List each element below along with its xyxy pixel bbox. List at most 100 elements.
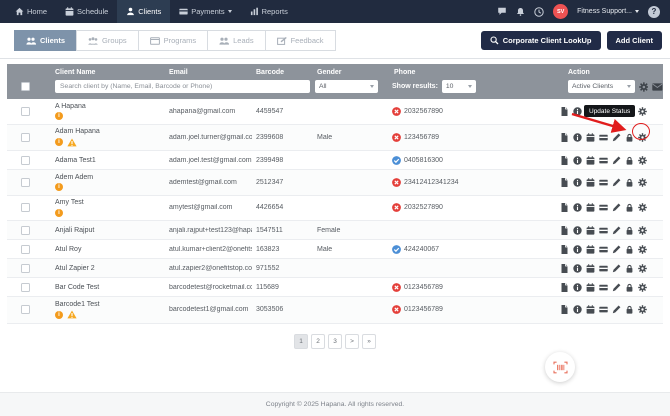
info-icon[interactable] <box>573 133 582 142</box>
client-name[interactable]: Atul Roy <box>55 246 165 253</box>
user-menu[interactable]: Fitness Support... <box>577 8 639 15</box>
calendar-icon[interactable] <box>586 226 595 235</box>
calendar-icon[interactable] <box>586 107 595 116</box>
lock-icon[interactable] <box>625 245 634 254</box>
pencil-icon[interactable] <box>612 107 621 116</box>
tab-leads[interactable]: Leads <box>207 30 265 51</box>
gender-filter-select[interactable]: All <box>315 80 378 93</box>
show-results-select[interactable]: 10 <box>442 80 476 93</box>
tab-feedback[interactable]: Feedback <box>265 30 336 51</box>
clock-icon[interactable] <box>534 7 544 17</box>
gear-icon[interactable] <box>638 245 647 254</box>
file-icon[interactable] <box>560 283 569 292</box>
row-checkbox[interactable] <box>21 245 30 254</box>
client-name[interactable]: Atul Zapier 2 <box>55 265 165 272</box>
pencil-icon[interactable] <box>612 226 621 235</box>
card-icon[interactable] <box>599 264 608 273</box>
tab-programs[interactable]: Programs <box>138 30 209 51</box>
card-icon[interactable] <box>599 226 608 235</box>
info-icon[interactable] <box>573 203 582 212</box>
envelope-icon[interactable] <box>652 83 663 91</box>
lock-icon[interactable] <box>625 156 634 165</box>
calendar-icon[interactable] <box>586 305 595 314</box>
file-icon[interactable] <box>560 264 569 273</box>
page-button-next[interactable]: > <box>345 334 359 349</box>
client-name[interactable]: Adam Hapana <box>55 128 165 135</box>
page-button-2[interactable]: 2 <box>311 334 325 349</box>
pencil-icon[interactable] <box>612 245 621 254</box>
row-checkbox[interactable] <box>21 156 30 165</box>
file-icon[interactable] <box>560 156 569 165</box>
client-name[interactable]: Amy Test <box>55 199 165 206</box>
client-name[interactable]: Adem Adem <box>55 174 165 181</box>
page-button-last[interactable]: » <box>362 334 376 349</box>
nav-clients[interactable]: Clients <box>117 0 170 23</box>
gear-icon[interactable] <box>638 283 647 292</box>
gear-icon[interactable] <box>638 107 647 116</box>
client-name[interactable]: A Hapana <box>55 103 165 110</box>
client-name[interactable]: Anjali Rajput <box>55 227 165 234</box>
file-icon[interactable] <box>560 203 569 212</box>
pencil-icon[interactable] <box>612 156 621 165</box>
card-icon[interactable] <box>599 305 608 314</box>
select-all-checkbox[interactable] <box>21 82 30 91</box>
row-checkbox[interactable] <box>21 133 30 142</box>
gear-icon[interactable] <box>638 178 647 187</box>
info-icon[interactable] <box>573 226 582 235</box>
nav-schedule[interactable]: Schedule <box>56 0 117 23</box>
file-icon[interactable] <box>560 107 569 116</box>
chat-icon[interactable] <box>497 7 507 16</box>
page-button-1[interactable]: 1 <box>294 334 308 349</box>
help-icon[interactable]: ? <box>648 6 660 18</box>
nav-home[interactable]: Home <box>6 0 56 23</box>
client-status-select[interactable]: Active Clients <box>568 80 635 93</box>
card-icon[interactable] <box>599 107 608 116</box>
row-checkbox[interactable] <box>21 107 30 116</box>
gear-icon[interactable] <box>638 226 647 235</box>
card-icon[interactable] <box>599 178 608 187</box>
barcode-scan-fab[interactable] <box>545 352 575 382</box>
info-icon[interactable] <box>573 283 582 292</box>
avatar[interactable]: SV <box>553 4 568 19</box>
corporate-client-lookup-button[interactable]: Corporate Client LookUp <box>481 31 601 50</box>
calendar-icon[interactable] <box>586 203 595 212</box>
lock-icon[interactable] <box>625 283 634 292</box>
calendar-icon[interactable] <box>586 133 595 142</box>
tab-groups[interactable]: Groups <box>76 30 139 51</box>
calendar-icon[interactable] <box>586 156 595 165</box>
card-icon[interactable] <box>599 156 608 165</box>
file-icon[interactable] <box>560 178 569 187</box>
file-icon[interactable] <box>560 305 569 314</box>
nav-payments[interactable]: Payments <box>170 0 240 23</box>
card-icon[interactable] <box>599 133 608 142</box>
lock-icon[interactable] <box>625 133 634 142</box>
pencil-icon[interactable] <box>612 283 621 292</box>
gear-icon[interactable] <box>638 264 647 273</box>
pencil-icon[interactable] <box>612 178 621 187</box>
bell-icon[interactable] <box>516 7 525 17</box>
row-checkbox[interactable] <box>21 226 30 235</box>
card-icon[interactable] <box>599 245 608 254</box>
pencil-icon[interactable] <box>612 203 621 212</box>
info-icon[interactable] <box>573 178 582 187</box>
file-icon[interactable] <box>560 133 569 142</box>
client-name[interactable]: Adama Test1 <box>55 157 165 164</box>
gear-icon[interactable] <box>639 82 649 92</box>
lock-icon[interactable] <box>625 178 634 187</box>
calendar-icon[interactable] <box>586 178 595 187</box>
lock-icon[interactable] <box>625 107 634 116</box>
client-name[interactable]: Bar Code Test <box>55 284 165 291</box>
file-icon[interactable] <box>560 245 569 254</box>
add-client-button[interactable]: Add Client <box>607 31 663 50</box>
info-icon[interactable] <box>573 107 582 116</box>
calendar-icon[interactable] <box>586 245 595 254</box>
gear-icon[interactable] <box>638 156 647 165</box>
nav-reports[interactable]: Reports <box>241 0 297 23</box>
calendar-icon[interactable] <box>586 283 595 292</box>
info-icon[interactable] <box>573 305 582 314</box>
search-input[interactable] <box>55 80 310 93</box>
row-checkbox[interactable] <box>21 264 30 273</box>
info-icon[interactable] <box>573 264 582 273</box>
info-icon[interactable] <box>573 245 582 254</box>
row-checkbox[interactable] <box>21 178 30 187</box>
